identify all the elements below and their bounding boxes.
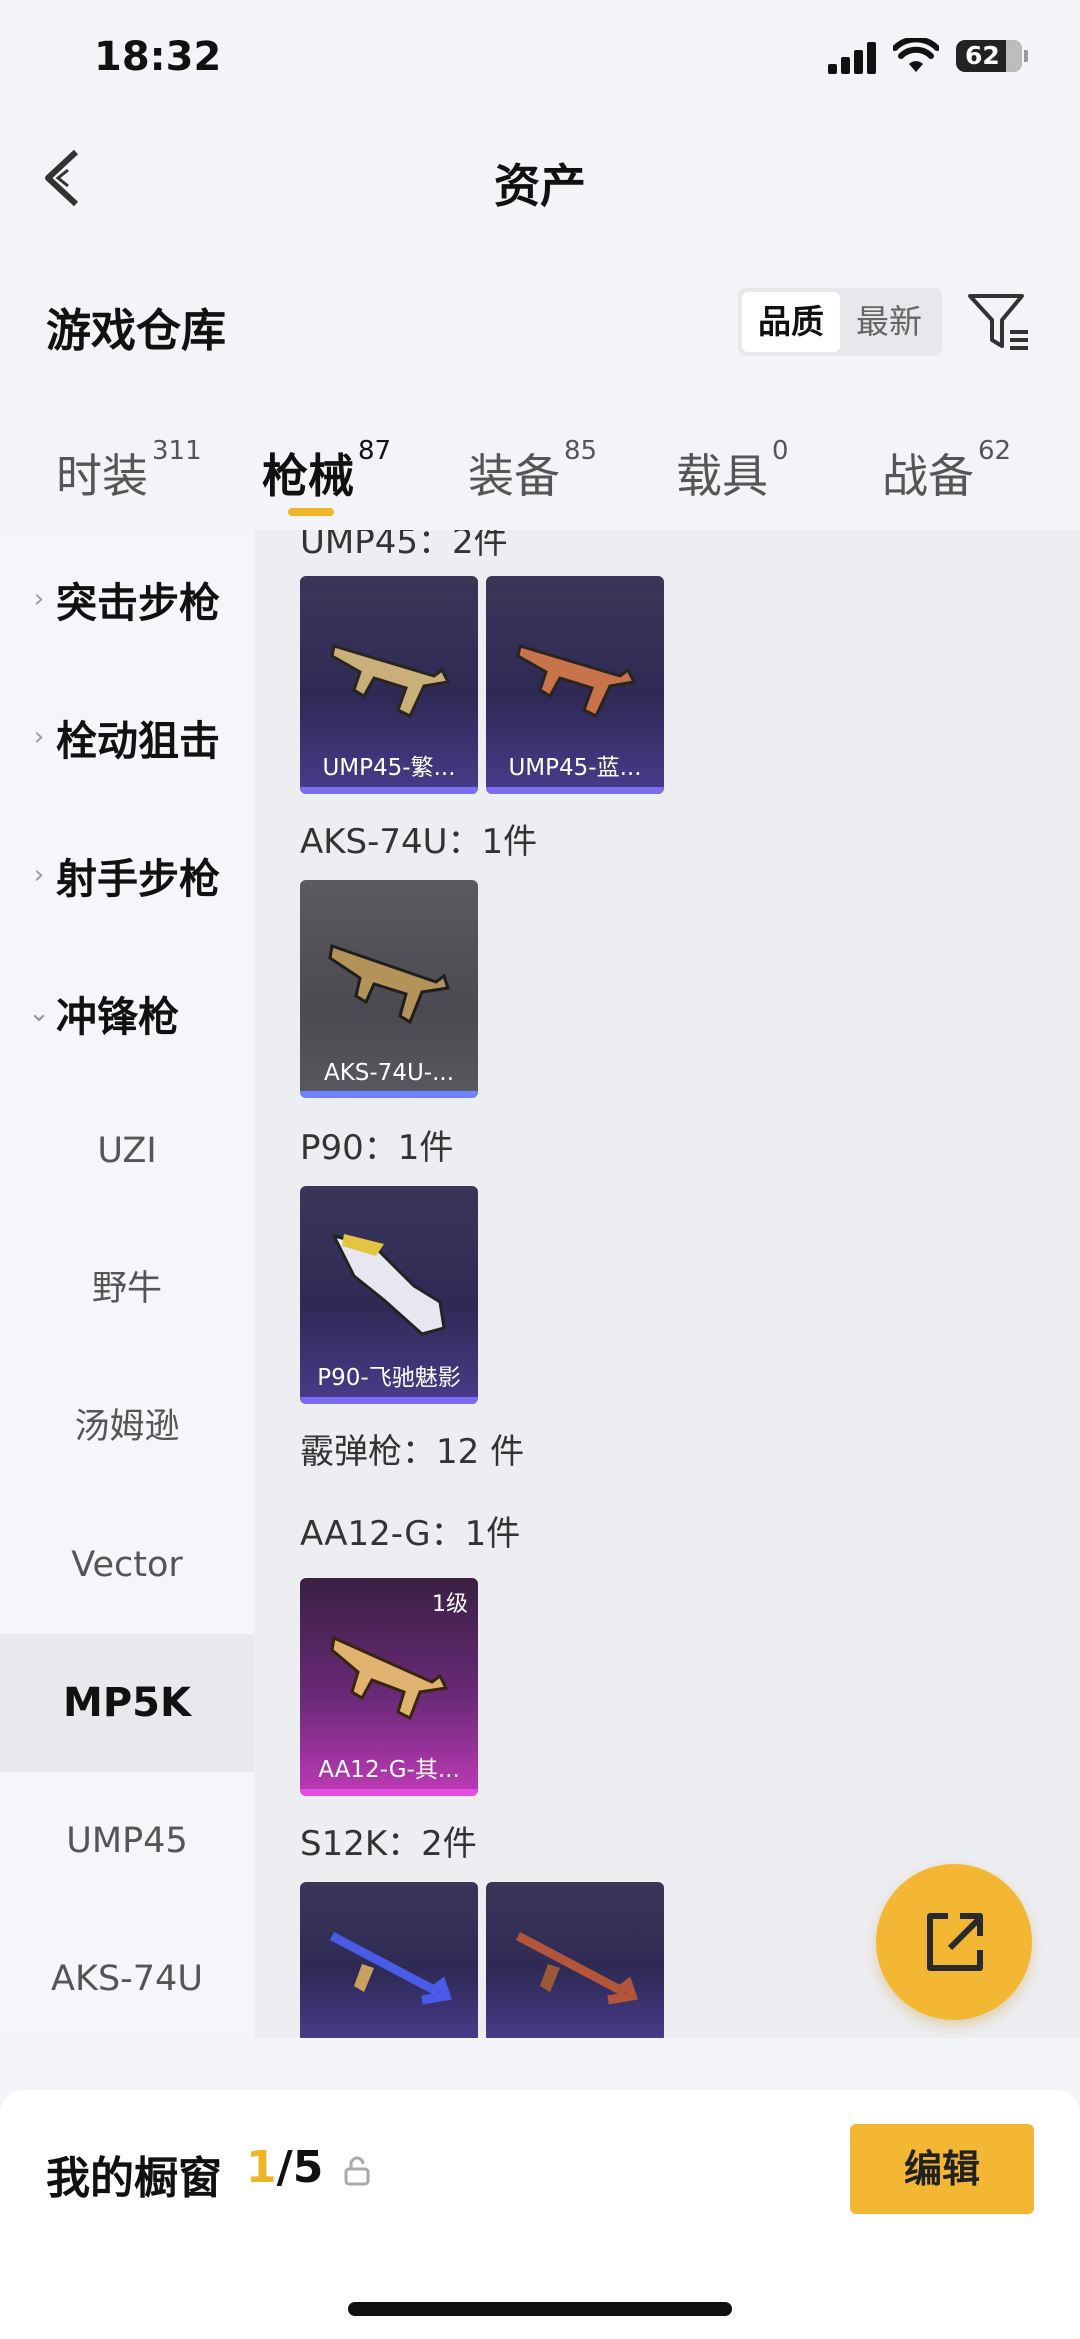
sidebar-sub-ump45[interactable]: UMP45 bbox=[0, 1772, 254, 1910]
share-button[interactable] bbox=[876, 1864, 1032, 2020]
status-bar: 18:32 62 bbox=[0, 0, 1080, 120]
group-title: 霰弹枪：12 件 bbox=[300, 1432, 525, 1472]
weapon-card[interactable]: UMP45-蓝... bbox=[486, 576, 664, 794]
lock-icon bbox=[344, 2156, 370, 2186]
weapon-card[interactable]: UMP45-繁... bbox=[300, 576, 478, 794]
signal-icon bbox=[828, 42, 880, 74]
weapon-image bbox=[516, 644, 637, 719]
page-title: 资产 bbox=[494, 159, 586, 213]
group-title: S12K：2件 bbox=[300, 1824, 477, 1864]
sidebar-sub-aks74u[interactable]: AKS-74U bbox=[0, 1910, 254, 2038]
tab-firearms[interactable]: 枪械 87 bbox=[262, 436, 391, 506]
weapon-image bbox=[328, 944, 450, 1025]
weapon-image bbox=[515, 1932, 638, 2005]
sort-quality-button[interactable]: 品质 bbox=[742, 292, 840, 352]
sidebar-sub-mp5k[interactable]: MP5K bbox=[0, 1634, 254, 1772]
chevron-right-icon: › bbox=[33, 584, 45, 614]
weapon-card[interactable] bbox=[300, 1882, 478, 2038]
sidebar-cat-bolt-sniper[interactable]: › 栓动狙击 bbox=[0, 668, 254, 806]
sidebar-sub-vector[interactable]: Vector bbox=[0, 1496, 254, 1634]
weapon-card[interactable]: P90-飞驰魅影 bbox=[300, 1186, 478, 1404]
sidebar-cat-assault-rifle[interactable]: › 突击步枪 bbox=[0, 530, 254, 668]
group-title: UMP45：2件 bbox=[300, 530, 508, 562]
group-title: P90：1件 bbox=[300, 1128, 454, 1168]
weapon-image bbox=[330, 1635, 449, 1721]
sidebar-cat-smg[interactable]: ⌄ 冲锋枪 bbox=[0, 944, 254, 1082]
category-tabs: 时装 311 枪械 87 装备 85 载具 0 战备 62 bbox=[0, 430, 1080, 530]
battery-icon: 62 bbox=[956, 40, 1028, 72]
showcase-bar: 我的橱窗 1/5 编辑 bbox=[0, 2090, 1080, 2339]
weapon-image bbox=[331, 1233, 446, 1336]
group-title: AKS-74U：1件 bbox=[300, 822, 538, 862]
battery-level: 62 bbox=[965, 41, 1000, 70]
home-indicator bbox=[348, 2302, 732, 2316]
warehouse-title: 游戏仓库 bbox=[46, 304, 227, 357]
sidebar-sub-uzi[interactable]: UZI bbox=[0, 1082, 254, 1220]
sort-toggle: 品质 最新 bbox=[738, 288, 942, 356]
group-title: AA12-G：1件 bbox=[300, 1514, 521, 1554]
weapon-sidebar: › 突击步枪 › 栓动狙击 › 射手步枪 ⌄ 冲锋枪 UZI 野牛 汤姆逊 Vector… bbox=[0, 530, 254, 2038]
weapon-image bbox=[330, 644, 451, 719]
tab-supplies[interactable]: 战备 62 bbox=[882, 436, 1011, 506]
weapon-card[interactable] bbox=[486, 1882, 664, 2038]
tab-fashion[interactable]: 时装 311 bbox=[56, 436, 202, 506]
weapon-name: UMP45-蓝... bbox=[508, 755, 642, 781]
sidebar-cat-marksman-rifle[interactable]: › 射手步枪 bbox=[0, 806, 254, 944]
sort-latest-button[interactable]: 最新 bbox=[840, 292, 938, 352]
showcase-title: 我的橱窗 bbox=[46, 2153, 222, 2204]
status-time: 18:32 bbox=[94, 34, 222, 80]
weapon-name: UMP45-繁... bbox=[322, 755, 456, 781]
weapon-list: UMP45：2件 UMP45-繁... UMP45-蓝... AKS-74U：1… bbox=[254, 530, 1080, 2038]
active-tab-indicator bbox=[288, 508, 334, 516]
weapon-name: AKS-74U-... bbox=[323, 1060, 455, 1086]
weapon-image bbox=[329, 1932, 452, 2005]
weapon-card[interactable]: AKS-74U-... bbox=[300, 880, 478, 1098]
weapon-name: P90-飞驰魅影 bbox=[317, 1365, 461, 1391]
sidebar-sub-bison[interactable]: 野牛 bbox=[0, 1220, 254, 1358]
chevron-down-icon: ⌄ bbox=[28, 998, 50, 1028]
share-icon bbox=[927, 1913, 983, 1971]
tab-equipment[interactable]: 装备 85 bbox=[468, 436, 597, 506]
sidebar-sub-thompson[interactable]: 汤姆逊 bbox=[0, 1358, 254, 1496]
chevron-right-icon: › bbox=[33, 722, 45, 752]
chevron-right-icon: › bbox=[33, 860, 45, 890]
tab-vehicles[interactable]: 载具 0 bbox=[676, 436, 789, 506]
screen: 18:32 62 资产 游戏仓库 品质 最新 时装 311 枪械 87 装备 85 bbox=[0, 0, 1080, 2339]
showcase-count: 1/5 bbox=[246, 2142, 324, 2193]
edit-button[interactable]: 编辑 bbox=[850, 2124, 1034, 2214]
filter-icon[interactable] bbox=[966, 290, 1032, 354]
weapon-name: AA12-G-其... bbox=[318, 1757, 460, 1783]
weapon-card[interactable]: 1级 AA12-G-其... bbox=[300, 1578, 478, 1796]
wifi-icon bbox=[893, 38, 939, 72]
